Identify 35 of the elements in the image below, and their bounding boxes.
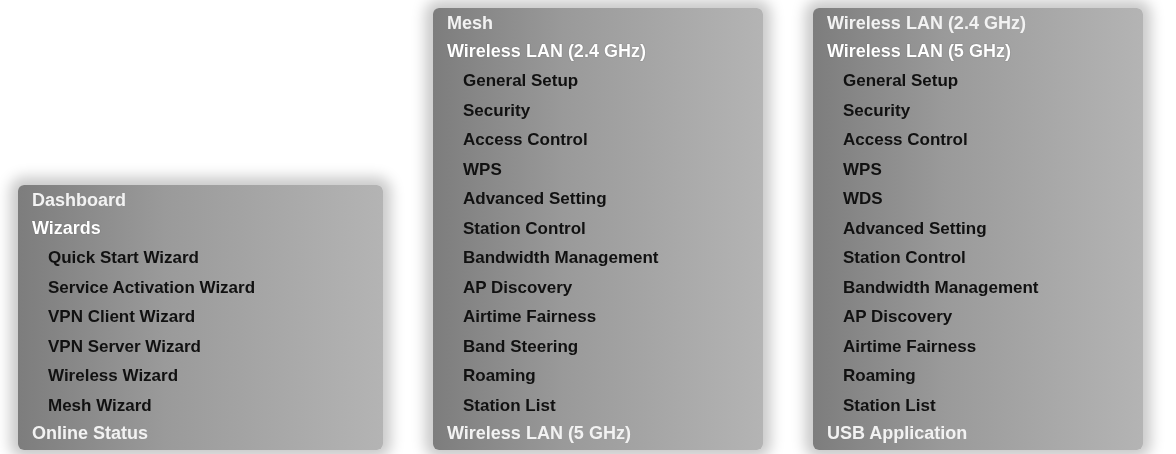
menu-item[interactable]: Station List [447, 390, 556, 420]
menu-heading[interactable]: Online Status [32, 420, 148, 446]
menu-item[interactable]: Station Control [447, 213, 586, 243]
menu-item[interactable]: Station List [827, 390, 936, 420]
menu-item[interactable]: Bandwidth Management [827, 272, 1039, 302]
menu-heading[interactable]: Mesh [447, 10, 493, 36]
menu-item[interactable]: Airtime Fairness [827, 331, 977, 361]
menu-item[interactable]: Access Control [827, 125, 968, 155]
menu-item[interactable]: WDS [827, 184, 883, 214]
menu-item[interactable]: Access Control [447, 125, 588, 155]
menu-item[interactable]: General Setup [827, 66, 959, 96]
menu-item[interactable]: Airtime Fairness [447, 302, 597, 332]
menu-heading[interactable]: Dashboard [32, 187, 127, 213]
menu-item[interactable]: Mesh Wizard [32, 390, 152, 420]
menu-item[interactable]: Service Activation Wizard [32, 272, 256, 302]
menu-item[interactable]: Roaming [447, 361, 536, 391]
menu-item[interactable]: Station Control [827, 243, 966, 273]
menu-heading[interactable]: USB Application [827, 420, 968, 446]
menu-item[interactable]: WPS [447, 154, 502, 184]
menu-item[interactable]: AP Discovery [447, 272, 573, 302]
menu-item[interactable]: Wireless Wizard [32, 361, 179, 391]
menu-item[interactable]: Roaming [827, 361, 916, 391]
menu-item[interactable]: Security [447, 95, 531, 125]
menu-item[interactable]: Security [827, 95, 911, 125]
menu-item[interactable]: VPN Server Wizard [32, 331, 201, 361]
menu-item[interactable]: WPS [827, 154, 882, 184]
menu-item[interactable]: Quick Start Wizard [32, 243, 199, 273]
menu-heading[interactable]: Wizards [32, 213, 101, 243]
menu-item[interactable]: VPN Client Wizard [32, 302, 196, 332]
menu-item[interactable]: AP Discovery [827, 302, 953, 332]
menu-item[interactable]: Advanced Setting [447, 184, 607, 214]
menu-item[interactable]: Band Steering [447, 331, 579, 361]
menu-item[interactable]: Advanced Setting [827, 213, 987, 243]
menu-item[interactable]: General Setup [447, 66, 579, 96]
menu-item[interactable]: Bandwidth Management [447, 243, 659, 273]
